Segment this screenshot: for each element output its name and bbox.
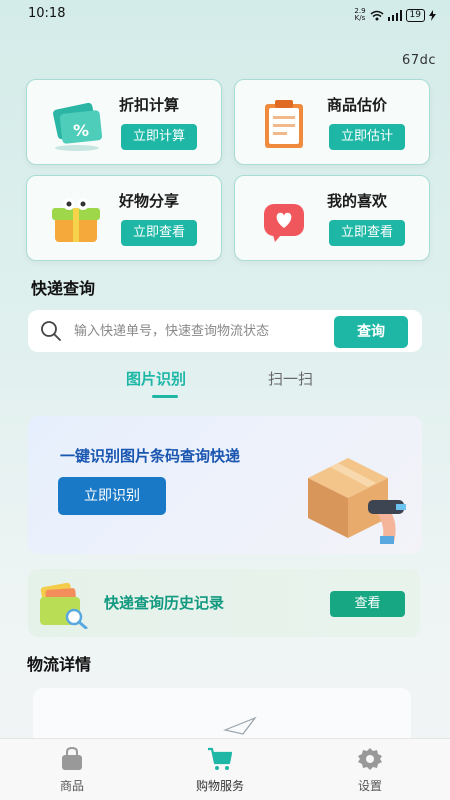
card-title: 商品估价 [327, 96, 388, 114]
recognize-now-button[interactable]: 立即识别 [58, 477, 166, 515]
card-title: 我的喜欢 [327, 192, 388, 210]
paper-plane-icon [223, 716, 257, 735]
view-history-button[interactable]: 查看 [330, 591, 405, 617]
gift-box-icon [52, 198, 100, 242]
signal-icon [387, 9, 402, 21]
search-icon [41, 321, 61, 341]
battery-indicator: 19 [405, 8, 425, 22]
view-now-button[interactable]: 立即查看 [121, 220, 197, 246]
express-search-bar: 查询 [28, 310, 422, 352]
folder-search-icon [40, 582, 88, 629]
status-bar: 10:18 2.9 K/s 19 [0, 0, 450, 30]
heart-icon [264, 204, 304, 242]
nav-label: 商品 [59, 779, 84, 793]
query-button[interactable]: 查询 [334, 316, 408, 348]
express-section-title: 快递查询 [31, 279, 96, 298]
tab-image-recognition[interactable]: 图片识别 [126, 368, 186, 389]
card-my-favorites[interactable]: 我的喜欢 立即查看 [234, 175, 430, 261]
active-tab-indicator [152, 395, 178, 398]
card-title: 折扣计算 [119, 96, 180, 114]
card-goods-share[interactable]: 好物分享 立即查看 [26, 175, 222, 261]
package-scanner-icon [308, 458, 406, 544]
banner-title: 一键识别图片条码查询快递 [60, 447, 241, 465]
calc-now-button[interactable]: 立即计算 [121, 124, 197, 150]
charging-icon [429, 9, 436, 21]
discount-coupon-icon: % [53, 102, 103, 151]
status-time: 10:18 [28, 6, 66, 21]
shopping-cart-icon [208, 747, 233, 770]
nav-item-shopping-service[interactable]: 购物服务 [175, 747, 265, 794]
estimate-now-button[interactable]: 立即估计 [329, 124, 405, 150]
tab-scan[interactable]: 扫一扫 [268, 368, 313, 389]
card-discount-calc[interactable]: % 折扣计算 立即计算 [26, 79, 222, 165]
wifi-icon [370, 10, 384, 20]
network-speed: 2.9 K/s [354, 7, 366, 22]
history-title: 快递查询历史记录 [104, 594, 225, 612]
nav-item-goods[interactable]: 商品 [27, 747, 117, 794]
clipboard-icon [265, 100, 303, 148]
logistics-section-title: 物流详情 [27, 655, 92, 674]
shopping-bag-icon [62, 747, 82, 770]
nav-label: 设置 [357, 779, 382, 793]
card-product-valuation[interactable]: 商品估价 立即估计 [234, 79, 430, 165]
express-history-card: 快递查询历史记录 查看 [28, 569, 420, 637]
card-title: 好物分享 [119, 192, 180, 210]
gear-icon [358, 748, 382, 770]
status-icons: 2.9 K/s 19 [354, 8, 436, 22]
tracking-number-input[interactable] [74, 310, 324, 352]
nav-label: 购物服务 [195, 779, 244, 793]
code-label: 67dc [402, 53, 436, 68]
image-recognition-banner: 一键识别图片条码查询快递 立即识别 [28, 416, 422, 554]
nav-item-settings[interactable]: 设置 [325, 747, 415, 794]
bottom-navigation: 商品 购物服务 设置 [0, 738, 450, 800]
view-now-button[interactable]: 立即查看 [329, 220, 405, 246]
svg-text:%: % [73, 121, 89, 140]
